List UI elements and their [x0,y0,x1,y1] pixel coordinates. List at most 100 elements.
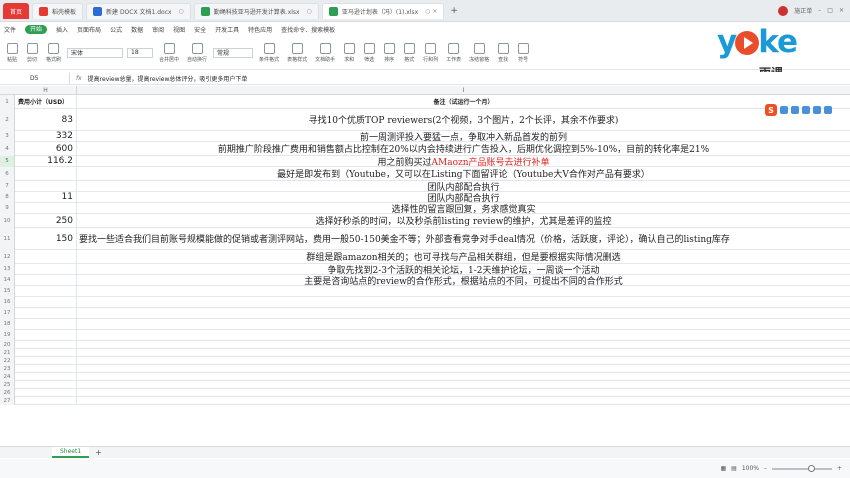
zoom-slider-knob[interactable] [807,464,815,472]
row-header[interactable]: 18 [0,319,15,330]
cell-cost[interactable]: 332 [15,131,77,142]
font-size-select[interactable]: 18 [127,47,154,58]
cell-cost[interactable]: 600 [15,142,77,156]
cell-cost[interactable] [15,297,77,308]
row-header[interactable]: 16 [0,297,15,308]
menu-formula[interactable]: 公式 [110,25,122,34]
normal-view-icon[interactable]: ▦ [720,465,726,472]
menu-search[interactable]: 查找命令、搜索模板 [281,25,335,34]
cell-cost[interactable] [15,181,77,192]
cell-cost[interactable] [15,381,77,389]
row-header[interactable]: 23 [0,365,15,373]
row-header[interactable]: 25 [0,381,15,389]
tab-excel-dev[interactable]: 勤绳科技亚马逊开发计算表.xlsx ○ [193,2,319,19]
tab-word-doc[interactable]: 新建 DOCX 文档1.docx ○ [86,2,191,19]
conditional-format-button[interactable]: 条件格式 [257,39,281,67]
cell-cost[interactable]: 费用小计（USD） [15,95,77,109]
cell-cost[interactable] [15,365,77,373]
row-header[interactable]: 14 [0,275,15,286]
number-format-select[interactable]: 常规 [213,47,254,58]
menu-view[interactable]: 视图 [173,25,185,34]
row-header[interactable]: 3 [0,131,15,142]
row-header[interactable]: 20 [0,341,15,349]
cell-note[interactable]: 选择性的留言跟回复，务求感觉真实 [77,203,850,215]
menu-developer[interactable]: 开发工具 [215,25,239,34]
user-name[interactable]: 施正单 [794,6,812,15]
cell-cost[interactable] [15,286,77,297]
zoom-in-button[interactable]: + [837,465,842,472]
cell-cost[interactable]: 250 [15,214,77,228]
cell-note[interactable] [77,308,850,319]
cell-note[interactable]: 寻找10个优质TOP reviewers(2个视频，3个图片，2个长评，其余不作… [77,109,850,131]
cell-note[interactable] [77,341,850,349]
cell-cost[interactable]: 150 [15,228,77,250]
cell-cost[interactable] [15,397,77,405]
merge-center-button[interactable]: 合并居中 [157,39,181,67]
avatar[interactable] [778,5,789,16]
find-button[interactable]: 查找 [495,39,511,67]
cell-note[interactable] [77,397,850,405]
spreadsheet-grid[interactable]: H I 1 费用小计（USD） 备注（试运行一个月） 2 83 寻找10个优质TOP re… [0,86,850,444]
row-header[interactable]: 15 [0,286,15,297]
cell-note[interactable] [77,319,850,330]
row-header[interactable]: 8 [0,192,15,203]
menu-review[interactable]: 审阅 [152,25,164,34]
font-name-select[interactable]: 宋体 [67,47,124,58]
close-icon[interactable]: ○ × [425,8,437,15]
row-header[interactable]: 1 [0,95,15,109]
cell-cost[interactable] [15,389,77,397]
close-window-icon[interactable]: × [839,7,844,14]
cell-cost[interactable] [15,264,77,275]
cell-note[interactable]: 前一周测评投入要猛一点，争取冲入新品首发的前列 [77,131,850,143]
menu-features[interactable]: 特色应用 [248,25,272,34]
table-style-button[interactable]: 表格样式 [285,39,309,67]
filter-button[interactable]: 筛选 [361,39,377,67]
tab-docer[interactable]: 稻壳模板 [32,2,84,19]
add-sheet-button[interactable]: + [95,448,102,457]
minimize-icon[interactable]: – [818,7,821,14]
row-header[interactable]: 21 [0,349,15,357]
menu-page-layout[interactable]: 页面布局 [77,25,101,34]
ime-mode-icon[interactable] [780,106,788,114]
cell-cost[interactable] [15,250,77,264]
cell-cost[interactable] [15,167,77,181]
cell-note[interactable]: 主要是咨询站点的review的合作形式，根据站点的不同，可提出不同的合作形式 [77,275,850,287]
column-header-i[interactable]: I [77,86,850,95]
row-header[interactable]: 22 [0,357,15,365]
menu-file[interactable]: 文件 [4,25,16,34]
worksheet-button[interactable]: 工作表 [444,39,463,67]
row-header[interactable]: 11 [0,228,15,250]
format-button[interactable]: 格式 [401,39,417,67]
cell-cost[interactable] [15,330,77,341]
cell-note[interactable]: 备注（试运行一个月） [77,95,850,109]
paste-button[interactable]: 粘贴 [4,39,20,67]
tab-excel-plan[interactable]: 亚马逊计划表（冯）(1).xlsx ○ × [321,2,445,19]
menu-data[interactable]: 数据 [131,25,143,34]
row-header[interactable]: 2 [0,109,15,131]
cell-cost[interactable] [15,308,77,319]
doc-assistant-button[interactable]: 文档助手 [313,39,337,67]
tab-home[interactable]: 首页 [3,2,30,19]
cell-note[interactable] [77,297,850,308]
cell-cost[interactable] [15,203,77,214]
menu-security[interactable]: 安全 [194,25,206,34]
menu-start[interactable]: 开始 [25,24,48,34]
ime-punct-icon[interactable] [791,106,799,114]
zoom-out-button[interactable]: – [764,465,767,472]
cell-note[interactable]: 用之前购买过 AMaozn产品账号去进行补单 [77,156,850,168]
cell-note[interactable]: 要找一些适合我们目前账号规模能做的促销或者测评网站，费用一般50-150美金不等… [77,228,850,250]
wrap-text-button[interactable]: 自动换行 [185,39,209,67]
format-painter-button[interactable]: 格式刷 [44,39,63,67]
row-header[interactable]: 10 [0,214,15,228]
cut-button[interactable]: 剪切 [24,39,40,67]
page-view-icon[interactable]: ▤ [731,465,737,472]
fx-icon[interactable]: fx [70,75,88,82]
symbol-button[interactable]: 符号 [515,39,531,67]
cell-note[interactable] [77,286,850,297]
freeze-panes-button[interactable]: 冻结窗格 [467,39,491,67]
row-header[interactable]: 5 [0,156,15,167]
cell-cost[interactable] [15,373,77,381]
row-header[interactable]: 27 [0,397,15,405]
sogou-icon[interactable]: S [765,104,777,116]
rows-cols-button[interactable]: 行和列 [421,39,440,67]
